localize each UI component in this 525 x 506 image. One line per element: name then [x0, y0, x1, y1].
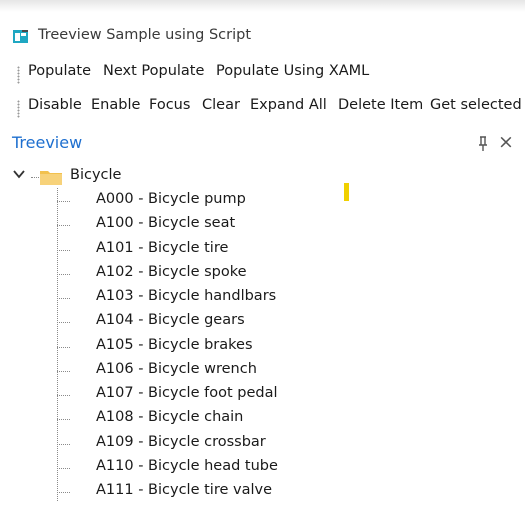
tree-node-child[interactable]: A101 - Bicycle tire	[0, 237, 525, 261]
tree-node-child[interactable]: A110 - Bicycle head tube	[0, 455, 525, 479]
window-top-edge	[0, 0, 525, 12]
get-selected-button[interactable]: Get selected	[430, 97, 522, 113]
tree-node-label: A111 - Bicycle tire valve	[96, 482, 272, 498]
tree-node-label: A105 - Bicycle brakes	[96, 336, 253, 353]
tree-node-label: A101 - Bicycle tire	[96, 239, 229, 256]
enable-button[interactable]: Enable	[91, 97, 140, 113]
disable-button[interactable]: Disable	[28, 97, 82, 113]
close-icon[interactable]: ×	[498, 132, 516, 152]
tree-node-child[interactable]: A107 - Bicycle foot pedal	[0, 382, 525, 406]
tree-node-child[interactable]: A102 - Bicycle spoke	[0, 261, 525, 285]
chevron-down-icon[interactable]	[12, 167, 26, 181]
tree-connector	[57, 225, 70, 227]
tree-node-label: A109 - Bicycle crossbar	[96, 433, 266, 450]
focus-button[interactable]: Focus	[149, 97, 190, 113]
text-caret	[344, 183, 349, 201]
tree-node-child[interactable]: A108 - Bicycle chain	[0, 406, 525, 430]
tree-node-child[interactable]: A105 - Bicycle brakes	[0, 334, 525, 358]
tree-node-label: A108 - Bicycle chain	[96, 409, 244, 426]
next-populate-button[interactable]: Next Populate	[103, 63, 204, 79]
populate-xaml-button[interactable]: Populate Using XAML	[216, 63, 369, 79]
populate-button[interactable]: Populate	[28, 63, 91, 79]
tree-connector	[57, 298, 70, 299]
clear-button[interactable]: Clear	[202, 97, 240, 113]
expand-all-button[interactable]: Expand All	[250, 97, 327, 113]
tree-node-child[interactable]: A100 - Bicycle seat	[0, 212, 525, 236]
tree-connector	[57, 273, 70, 275]
toolbar-grip[interactable]	[17, 66, 20, 84]
toolbar-actions: Disable Enable Focus Clear Expand All De…	[0, 96, 525, 120]
tree-connector	[57, 492, 70, 493]
tree-node-label: A110 - Bicycle head tube	[96, 457, 278, 474]
pin-icon[interactable]	[476, 135, 490, 153]
tree-node-label: A103 - Bicycle handlbars	[96, 288, 277, 304]
tree-node-label: A102 - Bicycle spoke	[96, 263, 247, 280]
folder-icon	[40, 171, 62, 185]
tree-node-child[interactable]: A000 - Bicycle pump	[0, 188, 525, 212]
app-window-icon	[13, 30, 28, 43]
treeview-panel-header: Treeview ×	[0, 131, 525, 157]
tree-connector	[57, 419, 70, 421]
toolbar-populate: Populate Next Populate Populate Using XA…	[0, 62, 525, 86]
window-titlebar: Treeview Sample using Script	[0, 24, 525, 50]
tree-node-child[interactable]: A109 - Bicycle crossbar	[0, 431, 525, 455]
tree-node-child[interactable]: A103 - Bicycle handlbars	[0, 285, 525, 309]
tree-node-child[interactable]: A104 - Bicycle gears	[0, 309, 525, 333]
tree-connector	[57, 467, 70, 469]
tree-connector	[57, 370, 70, 372]
tree-connector	[57, 322, 70, 324]
tree-node-child[interactable]: A106 - Bicycle wrench	[0, 358, 525, 382]
tree-connector	[57, 346, 70, 348]
tree-connector	[57, 201, 70, 202]
tree-node-label: A104 - Bicycle gears	[96, 312, 245, 329]
tree-connector	[57, 443, 70, 445]
delete-item-button[interactable]: Delete Item	[338, 97, 423, 113]
tree-connector	[31, 177, 39, 178]
tree-node-label: Bicycle	[70, 167, 122, 183]
tree-connector	[57, 395, 70, 396]
tree-node-label: A107 - Bicycle foot pedal	[96, 385, 278, 401]
tree-node-label: A000 - Bicycle pump	[96, 191, 246, 207]
window-title: Treeview Sample using Script	[38, 27, 252, 43]
tree-connector	[57, 249, 70, 251]
tree-node-label: A100 - Bicycle seat	[96, 215, 236, 232]
toolbar-grip[interactable]	[17, 100, 20, 118]
tree-node-label: A106 - Bicycle wrench	[96, 360, 257, 377]
panel-title: Treeview	[12, 133, 83, 152]
treeview: Bicycle A000 - Bicycle pump A100 - Bicycl…	[0, 164, 525, 506]
tree-node-root[interactable]: Bicycle	[0, 164, 525, 188]
tree-node-child[interactable]: A111 - Bicycle tire valve	[0, 479, 525, 503]
